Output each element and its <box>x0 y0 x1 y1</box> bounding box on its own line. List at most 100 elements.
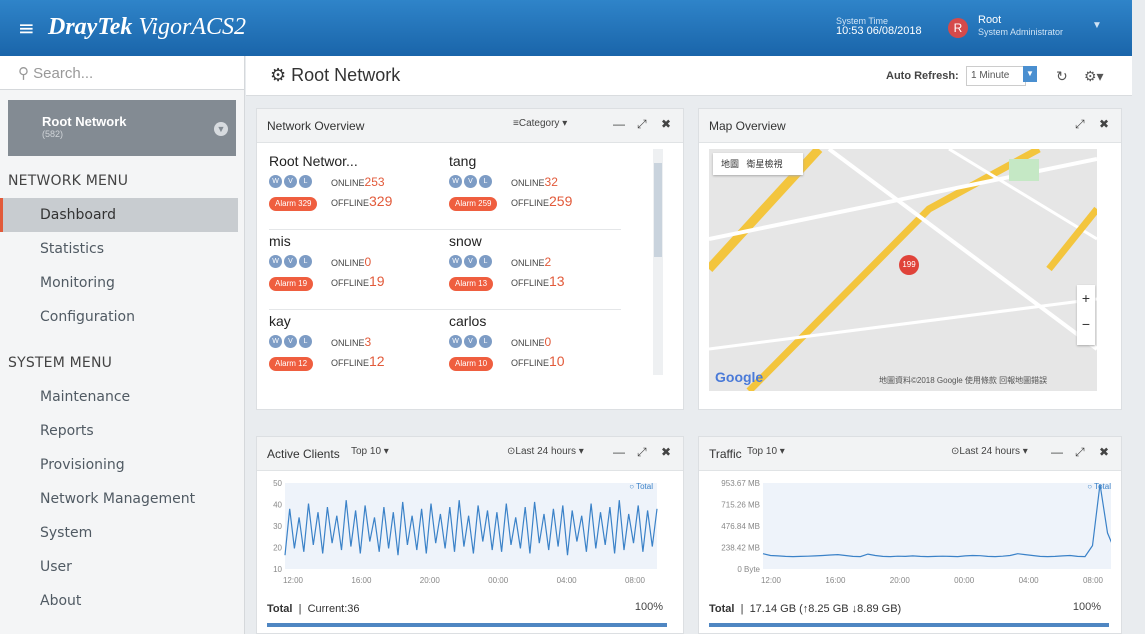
y-tick-label: 40 <box>273 501 282 510</box>
panel-header: Network Overview ≡Category ▾ — ⤢ ✖ <box>257 109 683 143</box>
badge-w-icon: W <box>269 255 282 268</box>
map-copyright: 地圖資料©2018 Google 使用條款 回報地圖錯誤 <box>879 376 1048 385</box>
range-dropdown[interactable]: ⊙Last 24 hours ▾ <box>507 446 584 457</box>
system-time: System Time 10:53 06/08/2018 <box>836 16 922 37</box>
network-card[interactable]: kay W V L ONLINE3 OFFLINE12 Alarm 12 <box>269 313 449 391</box>
refresh-icon[interactable]: ↻ <box>1056 68 1068 85</box>
sidebar-item-dashboard[interactable]: Dashboard <box>0 198 238 232</box>
online-count: ONLINE3 <box>331 335 372 349</box>
panel-title: Map Overview <box>709 119 786 133</box>
map[interactable]: 地圖 衛星檢視 199 + − Google 地圖資料©2018 Google 使… <box>709 149 1097 391</box>
gear-icon[interactable]: ⚙▾ <box>1084 68 1104 85</box>
alarm-badge[interactable]: Alarm 19 <box>269 277 314 291</box>
close-icon[interactable]: ✖ <box>1099 445 1109 459</box>
sidebar-item-provisioning[interactable]: Provisioning <box>0 448 244 482</box>
x-tick-label: 00:00 <box>488 576 509 585</box>
minimize-icon[interactable]: — <box>1051 445 1063 459</box>
active-clients-chart: 50 40 30 20 1012:00 16:00 20:00 00:00 04:00 08:00… <box>273 479 658 585</box>
scrollbar[interactable] <box>653 149 663 375</box>
network-card-name: kay <box>269 313 291 329</box>
category-dropdown[interactable]: ≡Category ▾ <box>513 118 567 129</box>
avatar[interactable]: R <box>948 18 968 38</box>
network-card[interactable]: carlos W V L ONLINE0 OFFLINE10 Alarm 10 <box>449 313 629 391</box>
network-name: Root Network <box>42 114 127 129</box>
chevron-down-icon[interactable]: ▼ <box>214 122 228 136</box>
alarm-badge[interactable]: Alarm 259 <box>449 197 498 211</box>
badge-w-icon: W <box>449 175 462 188</box>
hamburger-menu-icon[interactable]: ≡ <box>18 16 35 40</box>
y-tick-label: 30 <box>273 522 282 531</box>
online-count: ONLINE253 <box>331 175 385 189</box>
expand-icon[interactable]: ⤢ <box>1075 117 1085 132</box>
chevron-down-icon[interactable]: ▼ <box>1023 66 1037 82</box>
network-card-name: carlos <box>449 313 487 329</box>
panel-title: Active Clients <box>267 447 340 461</box>
alarm-badge[interactable]: Alarm 329 <box>269 197 318 211</box>
network-count: (582) <box>42 129 64 139</box>
top-dropdown[interactable]: Top 10 ▾ <box>747 446 785 457</box>
range-dropdown[interactable]: ⊙Last 24 hours ▾ <box>951 446 1028 457</box>
y-tick-label: 238.42 MB <box>721 544 760 553</box>
sidebar-item-maintenance[interactable]: Maintenance <box>0 380 244 414</box>
expand-icon[interactable]: ⤢ <box>637 445 647 460</box>
network-card[interactable]: tang W V L ONLINE32 OFFLINE259 Alarm 259 <box>449 153 629 231</box>
map-marker[interactable]: 199 <box>899 255 919 275</box>
y-tick-label: 10 <box>273 565 282 574</box>
zoom-out-icon[interactable]: − <box>1077 311 1095 337</box>
sidebar-item-about[interactable]: About <box>0 584 244 618</box>
clients-progress <box>267 623 667 627</box>
divider <box>269 229 621 230</box>
sidebar-item-network-management[interactable]: Network Management <box>0 482 244 516</box>
legend-total: ○ Total <box>1087 482 1111 491</box>
map-overview-panel: Map Overview ⤢ ✖ 地圖 衛星檢視 199 + − Google 地… <box>698 108 1122 410</box>
close-icon[interactable]: ✖ <box>661 117 671 131</box>
sidebar-item-system[interactable]: System <box>0 516 244 550</box>
y-tick-label: 476.84 MB <box>721 522 760 531</box>
alarm-badge[interactable]: Alarm 12 <box>269 357 314 371</box>
zoom-control[interactable]: + − <box>1077 285 1095 345</box>
sidebar-item-monitoring[interactable]: Monitoring <box>0 266 244 300</box>
offline-count: OFFLINE259 <box>511 193 573 209</box>
expand-icon[interactable]: ⤢ <box>1075 445 1085 460</box>
sidebar-item-user[interactable]: User <box>0 550 244 584</box>
close-icon[interactable]: ✖ <box>661 445 671 459</box>
x-tick-label: 04:00 <box>557 576 578 585</box>
offline-count: OFFLINE329 <box>331 193 393 209</box>
x-tick-label: 12:00 <box>283 576 304 585</box>
traffic-panel: Traffic Top 10 ▾ ⊙Last 24 hours ▾ — ⤢ ✖ … <box>698 436 1122 634</box>
x-tick-label: 12:00 <box>761 576 782 585</box>
sidebar-item-statistics[interactable]: Statistics <box>0 232 244 266</box>
network-card[interactable]: Root Networ... W V L ONLINE253 OFFLINE329 Alar… <box>269 153 449 231</box>
top-dropdown[interactable]: Top 10 ▾ <box>351 446 389 457</box>
top-bar: ≡ DrayTek VigorACS2 System Time 10:53 06/… <box>0 0 1132 56</box>
minimize-icon[interactable]: — <box>613 445 625 459</box>
network-card[interactable]: mis W V L ONLINE0 OFFLINE19 Alarm 19 <box>269 233 449 311</box>
search-icon: ⚲ <box>18 65 29 82</box>
alarm-badge[interactable]: Alarm 10 <box>449 357 494 371</box>
alarm-badge[interactable]: Alarm 13 <box>449 277 494 291</box>
auto-refresh-select[interactable]: 1 Minute <box>966 66 1026 86</box>
y-tick-label: 20 <box>273 544 282 553</box>
badge-l-icon: L <box>479 255 492 268</box>
search-input[interactable]: ⚲ Search... <box>0 56 244 90</box>
badge-v-icon: V <box>284 335 297 348</box>
network-card[interactable]: snow W V L ONLINE2 OFFLINE13 Alarm 13 <box>449 233 629 311</box>
active-clients-panel: Active Clients Top 10 ▾ ⊙Last 24 hours ▾… <box>256 436 684 634</box>
y-tick-label: 715.26 MB <box>721 501 760 510</box>
badge-v-icon: V <box>464 175 477 188</box>
badge-l-icon: L <box>299 335 312 348</box>
network-selector[interactable]: Root Network (582) ▼ <box>8 100 236 156</box>
chevron-down-icon[interactable]: ▼ <box>1092 20 1102 31</box>
expand-icon[interactable]: ⤢ <box>637 117 647 132</box>
map-type-toggle[interactable]: 地圖 衛星檢視 <box>713 153 803 175</box>
minimize-icon[interactable]: — <box>613 117 625 131</box>
sidebar-item-configuration[interactable]: Configuration <box>0 300 244 334</box>
x-tick-label: 16:00 <box>825 576 846 585</box>
x-tick-label: 08:00 <box>1083 576 1104 585</box>
close-icon[interactable]: ✖ <box>1099 117 1109 131</box>
network-icon: ⚙ <box>270 65 287 85</box>
sidebar-item-reports[interactable]: Reports <box>0 414 244 448</box>
badge-l-icon: L <box>479 175 492 188</box>
user-info[interactable]: Root System Administrator <box>978 14 1063 38</box>
zoom-in-icon[interactable]: + <box>1077 285 1095 311</box>
